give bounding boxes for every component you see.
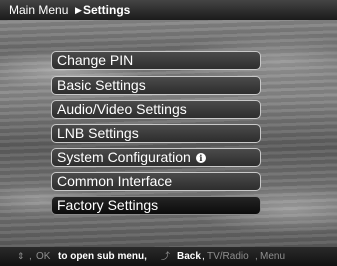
menu-item-change-pin[interactable]: Change PIN <box>51 51 261 70</box>
menu-item-system-configuration[interactable]: System Configuration i <box>51 148 261 167</box>
up-down-arrows-icon: ⇕ <box>17 251 25 261</box>
menu-item-label: Factory Settings <box>57 197 159 213</box>
tv-radio-hint: TV/Radio <box>207 251 249 262</box>
breadcrumb-root[interactable]: Main Menu <box>9 0 68 20</box>
menu-item-label: LNB Settings <box>57 125 139 141</box>
breadcrumb: Main Menu ▶ Settings <box>0 0 337 20</box>
menu-item-lnb-settings[interactable]: LNB Settings <box>51 124 261 143</box>
ok-key-label: OK <box>36 251 51 262</box>
breadcrumb-separator-icon: ▶ <box>75 5 82 15</box>
menu-hint: Menu <box>260 251 286 262</box>
help-separator: , <box>255 251 258 262</box>
back-hint: Back <box>177 251 201 262</box>
help-separator: , <box>29 251 32 262</box>
menu-item-label: Common Interface <box>57 173 173 189</box>
breadcrumb-current: Settings <box>83 3 131 17</box>
menu-item-common-interface[interactable]: Common Interface <box>51 172 261 191</box>
menu-item-label: Audio/Video Settings <box>57 101 187 117</box>
back-arrow-icon: ⤴ <box>161 251 171 261</box>
help-separator: , <box>202 251 205 262</box>
menu-item-factory-settings[interactable]: Factory Settings <box>51 196 261 215</box>
menu-item-label: Basic Settings <box>57 77 146 93</box>
menu-item-label: Change PIN <box>57 52 134 68</box>
menu-item-label: System Configuration <box>57 149 191 165</box>
info-icon: i <box>195 153 206 163</box>
menu-item-audio-video-settings[interactable]: Audio/Video Settings <box>51 100 261 119</box>
open-submenu-hint: to open sub menu, <box>58 251 147 262</box>
menu-item-basic-settings[interactable]: Basic Settings <box>51 76 261 95</box>
help-bar: ⇕ , OK to open sub menu, ⤴ Back , TV/Rad… <box>0 247 337 266</box>
